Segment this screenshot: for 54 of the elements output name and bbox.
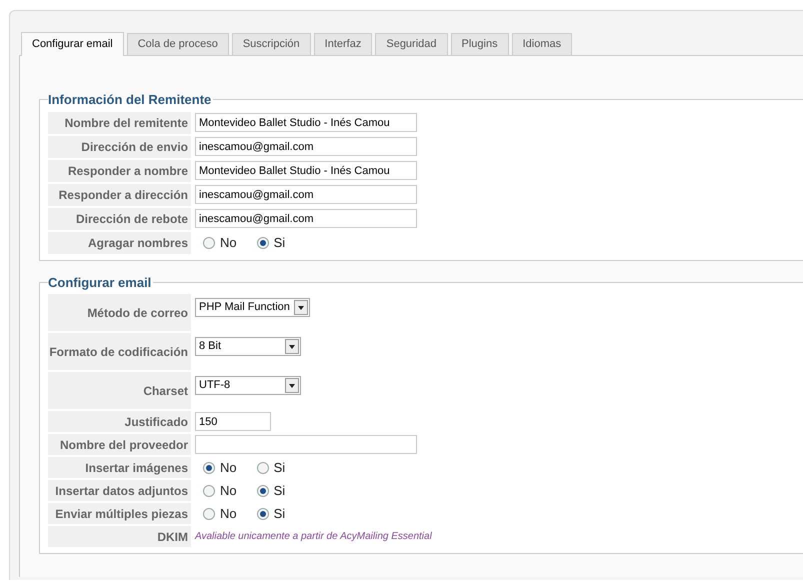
tab[interactable]: Seguridad [375, 33, 448, 55]
tab[interactable]: Idiomas [512, 33, 572, 55]
tab[interactable]: Interfaz [314, 33, 372, 55]
tab[interactable]: Configurar email [21, 32, 124, 56]
caret-icon [285, 378, 299, 393]
field-label: Nombre del proveedor [48, 434, 191, 455]
radio-button[interactable] [203, 508, 215, 520]
text-field[interactable] [195, 435, 417, 454]
tab[interactable]: Cola de proceso [126, 33, 229, 55]
field-label: Charset [48, 372, 191, 409]
text-field[interactable]: Montevideo Ballet Studio - Inés Camou [195, 113, 417, 132]
radio-option[interactable]: Si [256, 458, 286, 478]
text-field[interactable]: inescamou@gmail.com [195, 137, 417, 156]
radio-button[interactable] [256, 462, 269, 474]
radio-button[interactable] [203, 236, 215, 248]
radio-button[interactable] [203, 484, 215, 496]
field-label: Dirección de rebote [48, 208, 191, 230]
radio-option[interactable]: Si [256, 232, 286, 252]
radio-option[interactable]: No [203, 504, 237, 524]
radio-option[interactable]: Si [256, 504, 286, 524]
radio-option[interactable]: Si [256, 480, 286, 500]
tab[interactable]: Suscripción [232, 33, 311, 55]
dropdown[interactable]: PHP Mail Function [195, 298, 310, 317]
radio-option[interactable]: No [203, 232, 237, 252]
radio-button[interactable] [256, 236, 269, 248]
text-field[interactable]: Montevideo Ballet Studio - Inés Camou [195, 161, 417, 180]
radio-button[interactable] [256, 508, 269, 520]
section-title: Configurar email [48, 274, 152, 292]
text-field[interactable]: inescamou@gmail.com [195, 185, 417, 204]
dropdown[interactable]: UTF-8 [195, 376, 301, 395]
section-title: Información del Remitente [48, 91, 212, 109]
field-label: DKIM [48, 526, 191, 547]
field-label: Agragar nombres [48, 232, 191, 254]
field-label: Responder a nombre [48, 160, 191, 182]
radio-option[interactable]: No [203, 480, 237, 500]
radio-option[interactable]: No [203, 458, 237, 478]
tab[interactable]: Plugins [450, 33, 509, 55]
dropdown[interactable]: 8 Bit [195, 337, 301, 356]
caret-icon [285, 339, 299, 354]
field-label: Nombre del remitente [48, 112, 191, 134]
field-label: Insertar datos adjuntos [48, 480, 191, 501]
field-label: Método de correo [48, 294, 191, 331]
text-field[interactable]: inescamou@gmail.com [195, 209, 417, 228]
note-text: Avaliable unicamente a partir de AcyMailing Essential [195, 530, 432, 544]
field-label: Formato de codificación [48, 333, 191, 370]
radio-button[interactable] [203, 462, 215, 474]
field-label: Enviar múltiples piezas [48, 503, 191, 524]
text-field[interactable]: 150 [195, 412, 271, 431]
caret-icon [294, 300, 308, 315]
field-label: Dirección de envio [48, 136, 191, 158]
field-label: Responder a dirección [48, 184, 191, 206]
radio-button[interactable] [256, 484, 269, 496]
field-label: Insertar imágenes [48, 457, 191, 478]
field-label: Justificado [48, 411, 191, 432]
